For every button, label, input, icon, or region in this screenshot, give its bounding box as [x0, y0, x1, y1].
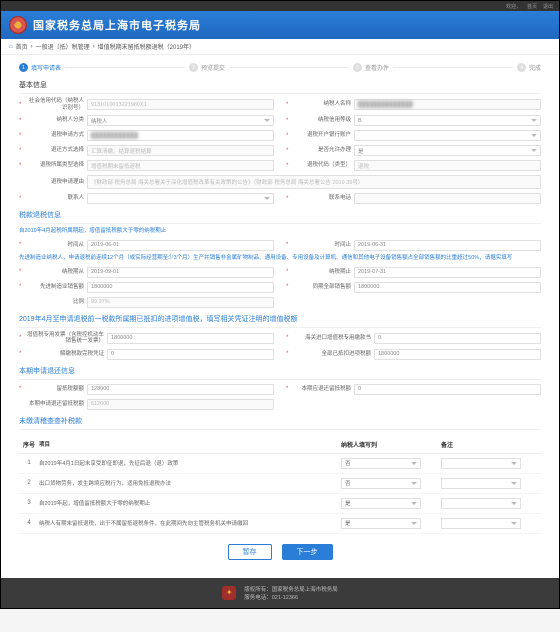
save-draft-button[interactable]: 暂存 — [228, 544, 272, 560]
period-from-input[interactable]: 2019-06-01 — [87, 240, 274, 251]
chevron-down-icon — [531, 119, 537, 122]
footer-phone: 服务电话：021-12366 — [244, 593, 338, 601]
mfg-sales-input[interactable]: 1800000 — [87, 282, 274, 293]
refund-code-input: 退税 — [354, 160, 541, 171]
th-index: 序号 — [19, 440, 39, 449]
ratio-input: 99.97% — [87, 297, 274, 308]
welcome-text: 欢迎， — [506, 3, 521, 10]
answer-select[interactable]: 否 — [341, 458, 421, 469]
home-icon[interactable]: ⌂ — [9, 44, 13, 50]
basis-input: 《财政部 税务总局 海关总署关于深化增值税改革有关政策的公告》（财政部 税务总局… — [87, 175, 541, 189]
chevron-down-icon — [411, 502, 417, 505]
chevron-down-icon — [411, 462, 417, 465]
chevron-down-icon — [531, 134, 537, 137]
chevron-down-icon — [264, 197, 270, 200]
step-2: 2预览提交 — [189, 63, 225, 72]
top-link[interactable]: 首页 — [527, 3, 537, 10]
taxpayer-type-select[interactable]: 纳税人 — [87, 115, 274, 126]
step-4: 4完成 — [517, 63, 541, 72]
taxpayer-name-label: 纳税人名称 — [293, 101, 351, 108]
footer-emblem-icon: ✦ — [222, 586, 236, 600]
credit-code-label: 社会信用代码（纳税人识别号） — [26, 98, 84, 111]
section-basic: 基本信息 — [19, 80, 541, 94]
tax-paid-input[interactable]: 0 — [107, 349, 274, 360]
allow-select[interactable]: 是 — [354, 145, 541, 156]
answer-select[interactable]: 否 — [341, 478, 421, 489]
table-row: 1 自2019年4月1日起未享受即征即退，先征后退（退）政策 否 — [19, 454, 541, 474]
step-bar: 1填写申请表 2预览提交 3查看办件 4完成 — [19, 63, 541, 72]
chevron-down-icon — [531, 149, 537, 152]
emblem-icon — [9, 16, 27, 34]
site-banner: 国家税务总局上海市电子税务局 — [1, 11, 559, 39]
top-link[interactable]: 退出 — [543, 3, 553, 10]
table-row: 4 纳税人有期末留抵退税，出于不属留抵退税条件，在此期间先向主管税务机关申请缴回… — [19, 514, 541, 534]
section-unused: 未缴清稽查查补税款 — [19, 416, 541, 430]
chevron-down-icon — [511, 462, 517, 465]
next-button[interactable]: 下一步 — [282, 544, 333, 560]
mfg-from-input[interactable]: 2019-09-01 — [87, 267, 274, 278]
table-row: 2 出口货物劳务，发生跨境应税行为，适用免抵退税办法 否 — [19, 474, 541, 494]
apply-amount-input: 512000 — [87, 399, 274, 410]
crumb-item: 增值税期末留抵税额退税（2019年） — [98, 42, 195, 51]
top-util-bar: 欢迎， 首页 退出 — [1, 1, 559, 11]
credit-code-input: 9131010013221980X1 — [87, 99, 274, 110]
chevron-down-icon — [264, 119, 270, 122]
answer-select[interactable]: 是 — [341, 498, 421, 509]
mfg-to-input[interactable]: 2019-07-31 — [354, 267, 541, 278]
note-select[interactable] — [441, 498, 521, 509]
th-note: 备注 — [441, 440, 541, 449]
note-select[interactable] — [441, 478, 521, 489]
retain-input[interactable]: 128000 — [87, 384, 274, 395]
all-sales-input[interactable]: 1800000 — [354, 282, 541, 293]
form-body: ◐ ⎘ ⇆ 1填写申请表 2预览提交 3查看办件 4完成 基本信息 *社会信用代… — [1, 55, 559, 578]
note-select[interactable] — [441, 518, 521, 529]
credit-level-select[interactable]: B — [354, 115, 541, 126]
total-in-input[interactable]: 1800000 — [374, 349, 541, 360]
apply-type-input: 汇算清缴、结算退税结算 — [87, 145, 274, 156]
action-bar: 暂存 下一步 — [19, 534, 541, 570]
chevron-down-icon — [511, 522, 517, 525]
taxpayer-name-input: ██████████████ — [354, 99, 541, 110]
chevron-down-icon — [411, 482, 417, 485]
hint-text: 先进制造业纳税人，申请退税前连续12个月（或实际经营期至少3个月）生产并销售非金… — [19, 255, 541, 263]
footer-copyright: 版权所有：国家税务总局上海市税务局 — [244, 585, 338, 593]
step-1: 1填写申请表 — [19, 63, 61, 72]
contact-input[interactable] — [87, 193, 274, 204]
th-answer: 纳税人填写列 — [341, 440, 441, 449]
crumb-item[interactable]: 一般退（抵）税管理 — [36, 42, 90, 51]
chevron-down-icon — [511, 502, 517, 505]
audit-input[interactable]: 0 — [354, 384, 541, 395]
table-row: 3 自2019年起，增值留抵税额大于零的纳税期止 是 — [19, 494, 541, 514]
note-select[interactable] — [441, 458, 521, 469]
refund-type-input: 增值税期末留抵退税 — [87, 160, 274, 171]
section-curr: 本期申请退还信息 — [19, 366, 541, 380]
phone-input — [354, 193, 541, 204]
period-to-input[interactable]: 2019-06-31 — [354, 240, 541, 251]
step-3: 3查看办件 — [353, 63, 389, 72]
chevron-down-icon — [511, 482, 517, 485]
customs-input[interactable]: 0 — [374, 333, 541, 344]
crumb-home[interactable]: 首页 — [16, 42, 28, 51]
vat-invoice-input[interactable]: 1800000 — [107, 333, 274, 344]
bank-account-select[interactable] — [354, 130, 541, 141]
section-adv: 2019年4月至申请退税前一税款所属期已抵扣的进项增值税，填写相关凭证注明的增值… — [19, 314, 541, 328]
section-period: 税款退税信息 — [19, 210, 541, 224]
th-item: 项目 — [39, 440, 341, 449]
site-title: 国家税务总局上海市电子税务局 — [33, 17, 201, 33]
criteria-table: 序号 项目 纳税人填写列 备注 1 自2019年4月1日起未享受即征即退，先征后… — [19, 436, 541, 534]
answer-select[interactable]: 是 — [341, 518, 421, 529]
refund-method-input[interactable]: ████████████ — [87, 130, 274, 141]
hint-text: 自2019年4月起税所属期起，增值留抵税额大于零的纳税期止 — [19, 228, 541, 236]
chevron-down-icon — [411, 522, 417, 525]
site-footer: ✦ 版权所有：国家税务总局上海市税务局 服务电话：021-12366 — [1, 578, 559, 608]
breadcrumb: ⌂ 首页 › 一般退（抵）税管理 › 增值税期末留抵税额退税（2019年） — [1, 39, 559, 55]
